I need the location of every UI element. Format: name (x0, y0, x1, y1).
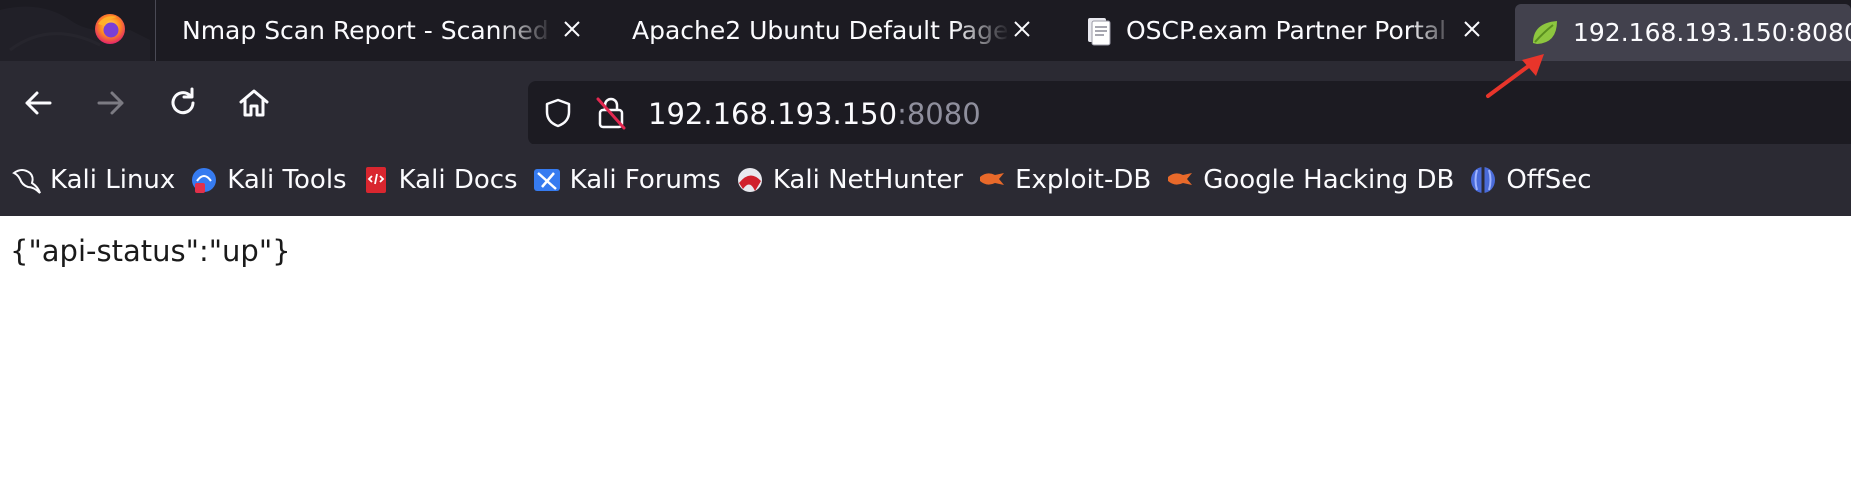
bookmark-kali-forums[interactable]: Kali Forums (532, 156, 721, 204)
bookmark-label: Exploit-DB (1015, 165, 1152, 195)
tab-title: 192.168.193.150:8080 (1573, 18, 1851, 47)
kali-forums-icon (533, 169, 560, 191)
url-host: 192.168.193.150 (648, 97, 898, 131)
bookmarks-toolbar: Kali Linux Kali Tools Kali Docs Kali For… (0, 144, 1851, 216)
document-icon (1088, 17, 1111, 45)
bookmark-kali-nethunter[interactable]: Kali NetHunter (735, 156, 963, 204)
bookmark-offsec[interactable]: OffSec (1468, 156, 1592, 204)
bookmark-label: OffSec (1506, 165, 1592, 195)
api-status-response: {"api-status":"up"} (10, 234, 291, 268)
nethunter-icon (737, 168, 762, 192)
tab-active-api[interactable]: 192.168.193.150:8080 (1515, 4, 1851, 61)
bookmark-label: Kali Linux (50, 165, 176, 195)
bookmark-kali-linux[interactable]: Kali Linux (12, 156, 175, 204)
bookmark-kali-docs[interactable]: Kali Docs (361, 156, 518, 204)
close-icon[interactable] (560, 17, 584, 41)
kali-dragon-wallpaper (0, 6, 150, 61)
kali-docs-icon (365, 167, 386, 193)
tab-strip: Nmap Scan Report - Scanned at Apache2 Ub… (0, 0, 1851, 61)
firefox-view-icon[interactable] (93, 12, 127, 46)
kali-tools-icon (192, 168, 217, 193)
tab-apache-default[interactable]: Apache2 Ubuntu Default Page (620, 0, 1040, 61)
kali-dragon-icon (12, 169, 41, 194)
insecure-lock-icon[interactable] (594, 95, 628, 131)
annotation-arrow-icon (1486, 54, 1544, 98)
url-port: :8080 (897, 97, 981, 131)
shield-icon[interactable] (542, 97, 574, 129)
spring-leaf-icon (1533, 20, 1557, 44)
tab-separator (155, 0, 156, 61)
tab-nmap-report[interactable]: Nmap Scan Report - Scanned at (170, 0, 590, 61)
bookmark-label: Kali NetHunter (772, 165, 964, 195)
bookmark-exploit-db[interactable]: Exploit-DB (977, 156, 1151, 204)
page-content: {"api-status":"up"} (0, 216, 1851, 481)
close-icon[interactable] (1460, 17, 1484, 41)
back-arrow-icon[interactable] (20, 85, 56, 121)
bookmark-google-hacking-db[interactable]: Google Hacking DB (1165, 156, 1454, 204)
tab-title: OSCP.exam Partner Portal (1126, 16, 1447, 45)
url-text[interactable]: 192.168.193.150:8080 (648, 92, 981, 136)
exploit-db-icon (980, 173, 1005, 185)
tab-title: Nmap Scan Report - Scanned at (182, 16, 554, 45)
ghdb-icon (1168, 173, 1193, 185)
reload-icon[interactable] (165, 85, 201, 121)
tab-oscp-portal[interactable]: OSCP.exam Partner Portal (1070, 0, 1490, 61)
bookmark-label: Kali Forums (569, 165, 721, 195)
offsec-icon (1471, 167, 1496, 193)
home-icon[interactable] (236, 85, 272, 121)
bookmark-label: Kali Docs (398, 165, 518, 195)
forward-arrow-icon[interactable] (93, 85, 129, 121)
tab-title: Apache2 Ubuntu Default Page (632, 16, 1009, 45)
bookmark-kali-tools[interactable]: Kali Tools (189, 156, 347, 204)
bookmark-label: Google Hacking DB (1203, 165, 1455, 195)
close-icon[interactable] (1010, 17, 1034, 41)
bookmark-label: Kali Tools (227, 165, 347, 195)
